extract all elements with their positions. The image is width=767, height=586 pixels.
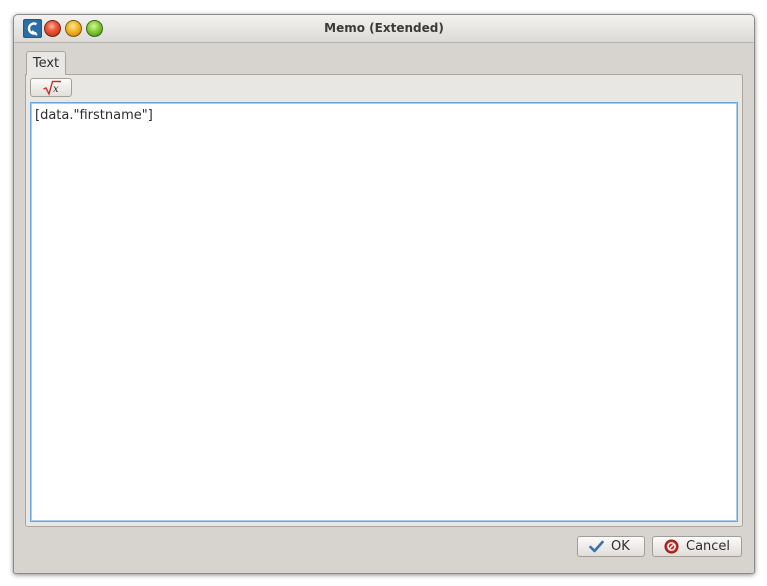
cancel-circle-icon: [664, 539, 679, 554]
editor-content[interactable]: [data."firstname"]: [35, 108, 153, 123]
tab-label: Text: [32, 56, 60, 71]
tab-text[interactable]: Text: [26, 51, 66, 75]
title-bar[interactable]: Memo (Extended): [14, 15, 754, 43]
dialog-content: Text x [data."firstname"] OK Cancel: [14, 43, 754, 573]
window-title: Memo (Extended): [324, 21, 444, 35]
memo-dialog: Memo (Extended) Text x [data."firstname"…: [13, 14, 755, 574]
cancel-button[interactable]: Cancel: [652, 536, 742, 557]
memo-text-editor[interactable]: [data."firstname"]: [30, 102, 738, 522]
checkmark-icon: [589, 540, 604, 553]
insert-expression-button[interactable]: x: [30, 78, 72, 97]
square-root-x-icon: x: [43, 80, 61, 96]
ok-button-label: OK: [611, 539, 630, 554]
svg-text:x: x: [53, 84, 59, 95]
cancel-button-label: Cancel: [686, 539, 731, 554]
tab-panel-text: x [data."firstname"]: [25, 74, 743, 527]
ok-button[interactable]: OK: [577, 536, 645, 557]
